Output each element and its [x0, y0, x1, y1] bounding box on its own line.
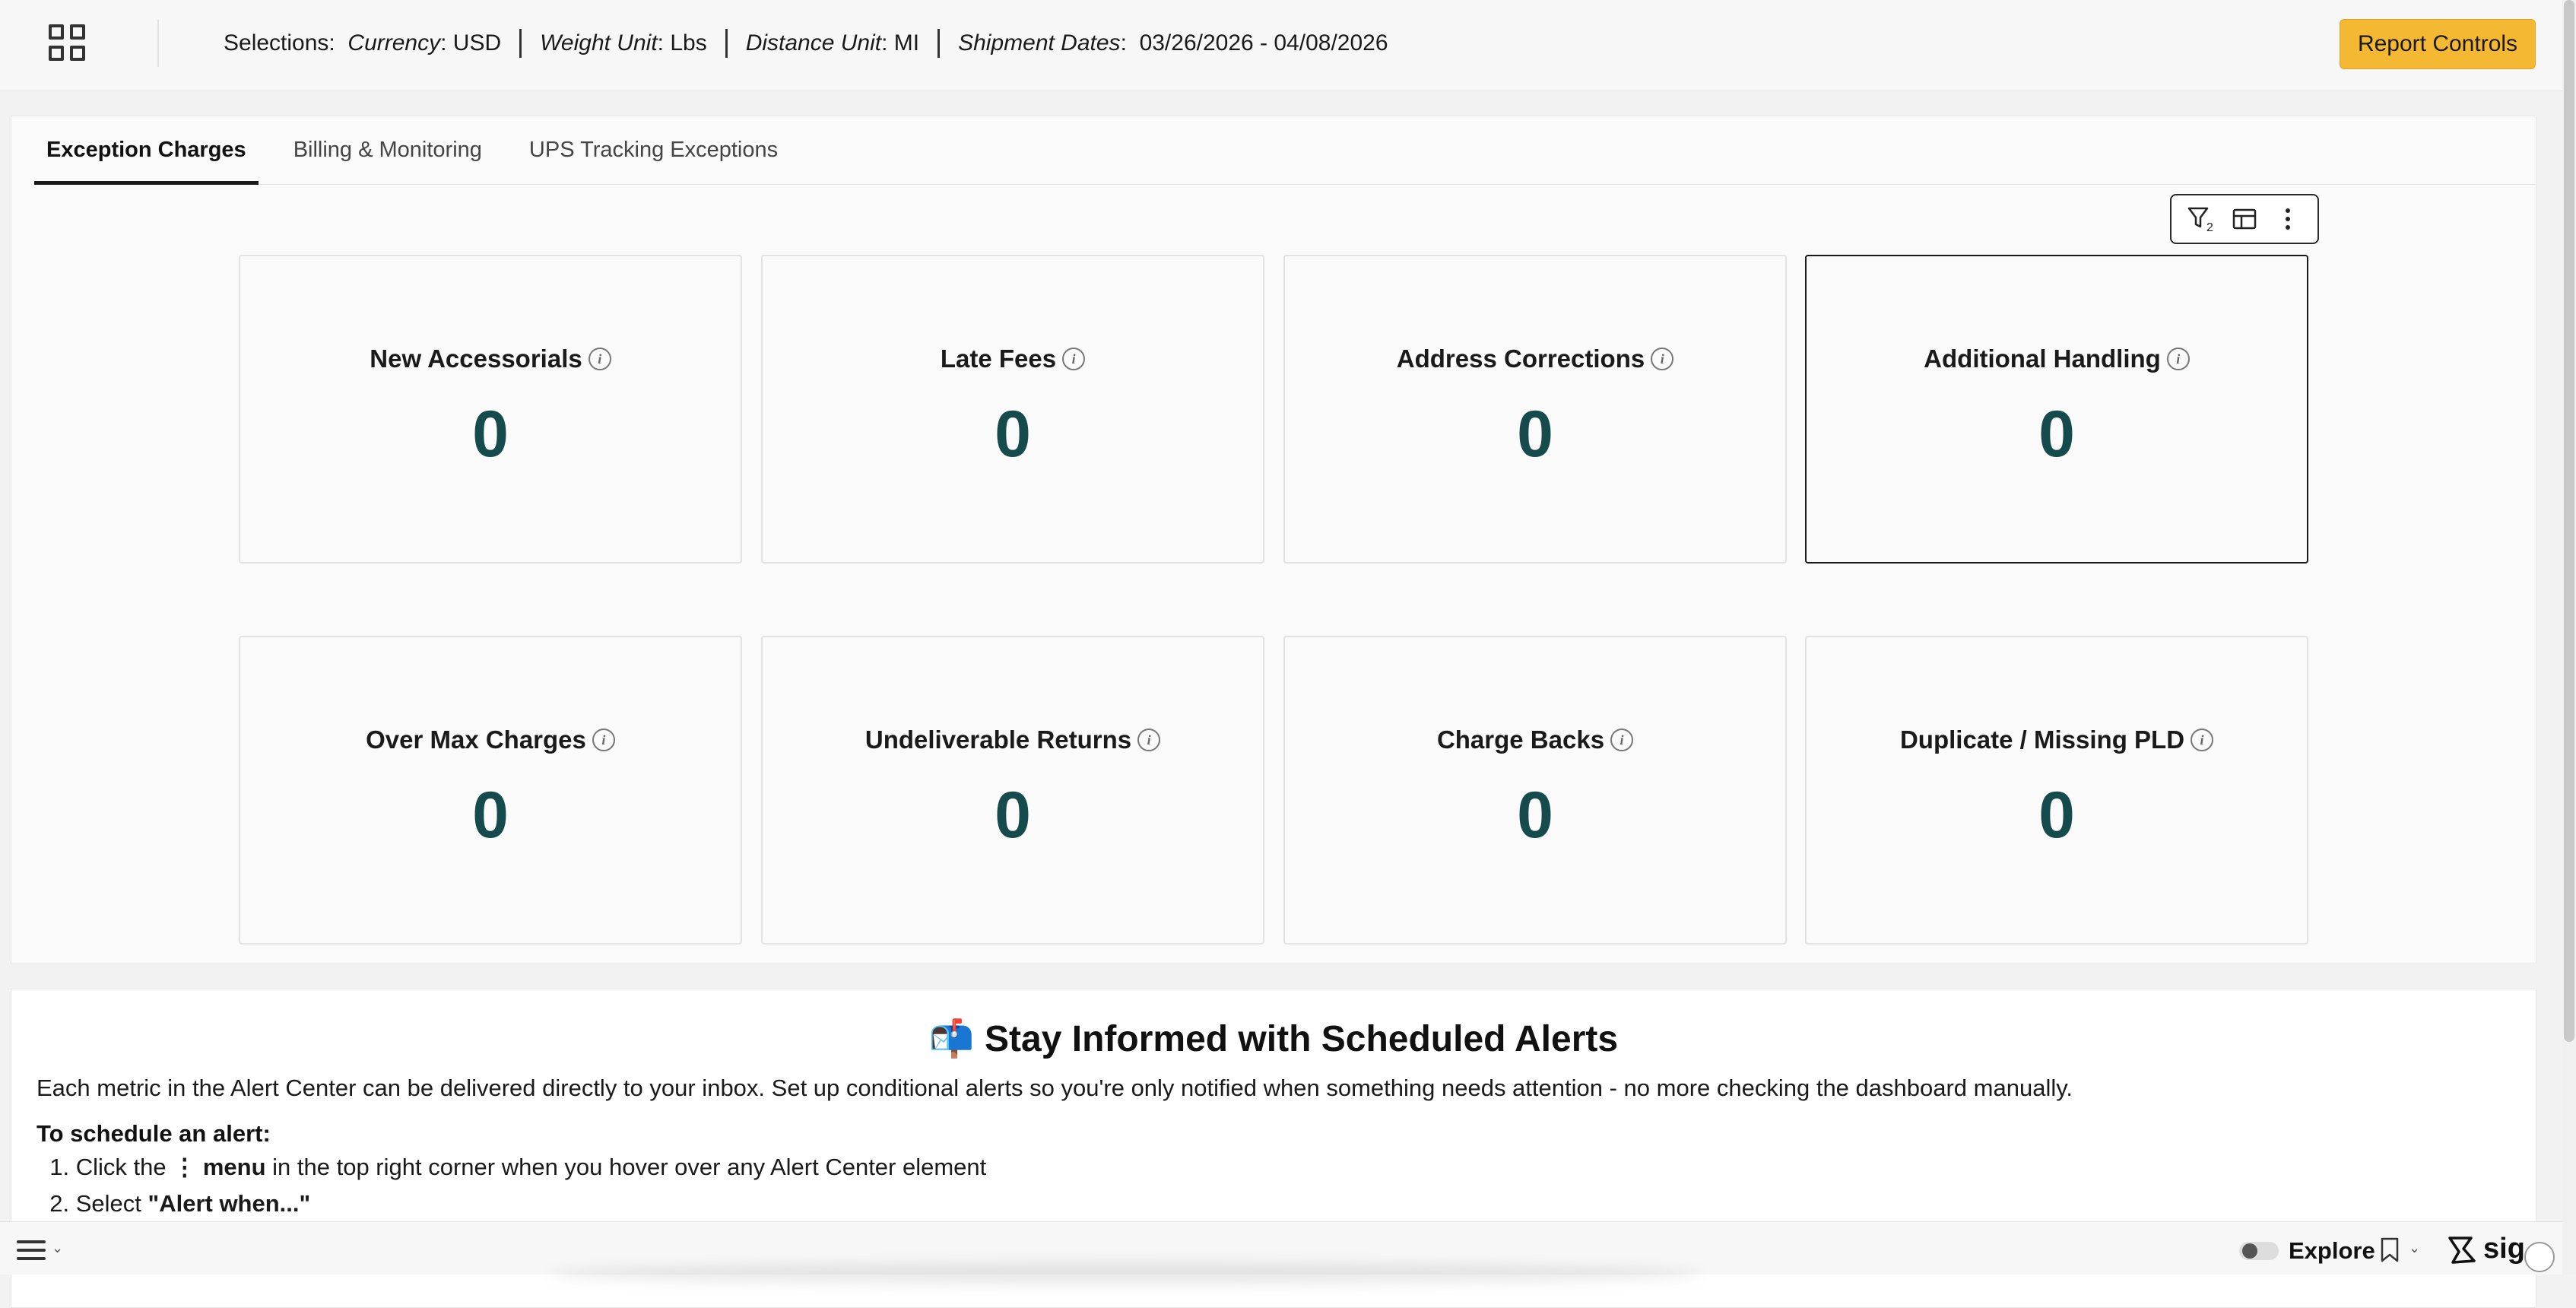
info-icon[interactable]: i — [1062, 348, 1086, 370]
weight-unit-value: : Lbs — [657, 30, 707, 56]
tab-billing-monitoring[interactable]: Billing & Monitoring — [281, 116, 494, 185]
hamburger-menu-icon[interactable] — [17, 1240, 47, 1260]
metric-title: Charge Backs — [1436, 725, 1605, 754]
tab-exception-charges[interactable]: Exception Charges — [34, 116, 259, 185]
currency-value: : USD — [440, 30, 502, 56]
tab-bar: Exception Charges Billing & Monitoring U… — [34, 116, 2536, 185]
metric-value: 0 — [2038, 779, 2075, 852]
info-icon[interactable]: i — [2191, 729, 2214, 751]
metric-value: 0 — [1517, 779, 1553, 852]
metric-title: Address Corrections — [1396, 344, 1645, 373]
metric-value: 0 — [2038, 398, 2075, 471]
table-layout-icon[interactable] — [2228, 202, 2261, 236]
metric-card-new-accessorials[interactable]: New Accessorials i 0 — [239, 255, 742, 564]
metric-value: 0 — [472, 779, 509, 852]
more-options-icon[interactable] — [2271, 202, 2305, 236]
metric-value: 0 — [995, 779, 1031, 852]
separator — [519, 29, 522, 58]
metric-title: Duplicate / Missing PLD — [1899, 725, 2185, 754]
scrollbar-thumb[interactable] — [2564, 0, 2574, 1042]
mailbox-icon: 📬 — [928, 1019, 975, 1059]
chevron-down-icon[interactable]: ⌄ — [52, 1240, 63, 1256]
explore-label: Explore — [2289, 1237, 2375, 1264]
debug-bug-icon[interactable] — [2524, 1242, 2555, 1272]
info-icon[interactable]: i — [2166, 348, 2190, 370]
metric-card-duplicate-missing-pld[interactable]: Duplicate / Missing PLD i 0 — [1805, 636, 2308, 944]
metric-title: Additional Handling — [1924, 344, 2161, 373]
apps-grid-icon[interactable] — [49, 24, 88, 64]
shipment-dates-label: Shipment Dates — [958, 30, 1121, 56]
step1-menu: menu — [202, 1154, 266, 1180]
metric-card-late-fees[interactable]: Late Fees i 0 — [761, 255, 1264, 564]
info-icon[interactable]: i — [1137, 729, 1161, 751]
explore-toggle[interactable] — [2239, 1242, 2279, 1260]
alerts-subheading: To schedule an alert: — [36, 1120, 271, 1147]
bookmark-icon[interactable] — [2380, 1237, 2400, 1263]
info-icon[interactable]: i — [588, 348, 611, 370]
info-icon[interactable]: i — [592, 729, 615, 751]
filter-icon[interactable]: 2 — [2184, 202, 2218, 236]
metric-card-additional-handling[interactable]: Additional Handling i 0 — [1805, 255, 2308, 564]
step2-bold: "Alert when..." — [148, 1190, 311, 1217]
sigma-logo-icon — [2448, 1237, 2476, 1264]
separator — [937, 29, 941, 58]
separator — [725, 29, 728, 58]
metric-card-over-max-charges[interactable]: Over Max Charges i 0 — [239, 636, 742, 944]
alerts-steps: 1. Click the ⋮ menu in the top right cor… — [36, 1154, 986, 1227]
report-controls-button[interactable]: Report Controls — [2340, 19, 2536, 69]
step1-suffix: in the top right corner when you hover o… — [272, 1154, 987, 1180]
top-bar: Selections: Currency : USD Weight Unit :… — [0, 0, 2562, 91]
info-icon[interactable]: i — [1610, 729, 1634, 751]
metric-title: Over Max Charges — [366, 725, 586, 754]
chevron-down-icon[interactable]: ⌄ — [2409, 1240, 2420, 1256]
metric-value: 0 — [472, 398, 509, 471]
filter-count: 2 — [2206, 221, 2213, 234]
metric-title: New Accessorials — [370, 344, 582, 373]
list-item: 2. Select "Alert when..." — [36, 1190, 311, 1217]
logo-text: sig — [2483, 1233, 2525, 1265]
currency-label: Currency — [347, 30, 441, 56]
metric-card-address-corrections[interactable]: Address Corrections i 0 — [1283, 255, 1787, 564]
kebab-menu-icon: ⋮ — [173, 1154, 197, 1180]
metric-value: 0 — [1517, 398, 1553, 471]
step2-prefix: Select — [75, 1190, 141, 1217]
metric-card-charge-backs[interactable]: Charge Backs i 0 — [1283, 636, 1787, 944]
step1-prefix: Click the — [75, 1154, 167, 1180]
alerts-description: Each metric in the Alert Center can be d… — [36, 1075, 2073, 1101]
metric-card-undeliverable-returns[interactable]: Undeliverable Returns i 0 — [761, 636, 1264, 944]
metric-title: Late Fees — [940, 344, 1057, 373]
weight-unit-label: Weight Unit — [540, 30, 658, 56]
metric-value: 0 — [995, 398, 1031, 471]
exception-charges-panel: Exception Charges Billing & Monitoring U… — [11, 116, 2536, 964]
alerts-title-text: Stay Informed with Scheduled Alerts — [985, 1019, 1619, 1059]
info-icon[interactable]: i — [1651, 348, 1674, 370]
distance-unit-value: : MI — [881, 30, 920, 56]
element-toolbar: 2 — [2170, 194, 2319, 244]
alerts-title: 📬 Stay Informed with Scheduled Alerts — [11, 1017, 2536, 1060]
tab-ups-tracking-exceptions[interactable]: UPS Tracking Exceptions — [517, 116, 790, 185]
selections-summary: Selections: Currency : USD Weight Unit :… — [224, 29, 1388, 58]
divider — [157, 20, 159, 67]
metric-title: Undeliverable Returns — [864, 725, 1132, 754]
shipment-dates-value: : 03/26/2026 - 04/08/2026 — [1120, 30, 1388, 56]
shadow — [547, 1262, 1703, 1285]
selections-label: Selections: — [224, 30, 335, 56]
list-item: 1. Click the ⋮ menu in the top right cor… — [36, 1154, 987, 1180]
distance-unit-label: Distance Unit — [745, 30, 882, 56]
